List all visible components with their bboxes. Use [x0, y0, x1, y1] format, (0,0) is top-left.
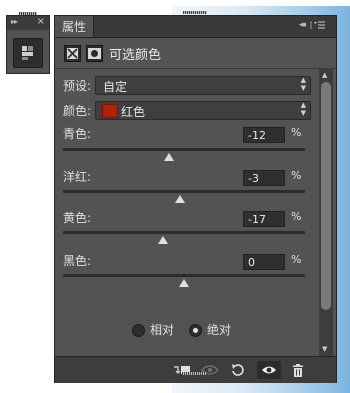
preset-value: 自定	[103, 80, 128, 94]
magenta-unit: %	[291, 169, 302, 182]
preset-select[interactable]: 自定 ▲ ▼	[95, 76, 311, 95]
select-arrows-icon: ▲ ▼	[300, 101, 306, 117]
black-label: 黑色:	[63, 254, 92, 268]
properties-panel: 属性 ◂◂ 可选颜色 预设: 自定 ▲ ▼ 颜色: 红色 ▲ ▼ 青色: -12…	[54, 11, 337, 383]
yellow-thumb[interactable]	[158, 236, 169, 244]
relative-label: 相对	[150, 323, 175, 337]
cyan-input[interactable]: -12	[243, 127, 285, 143]
reset-icon	[232, 364, 244, 376]
black-track[interactable]	[63, 274, 305, 277]
delete-button[interactable]	[287, 361, 309, 379]
cyan-thumb[interactable]	[164, 153, 175, 161]
relative-radio[interactable]	[132, 324, 145, 337]
collapse-icon[interactable]: ◂◂	[299, 20, 306, 30]
tab-properties[interactable]: 属性	[55, 16, 94, 37]
panel-menu-icon[interactable]	[310, 20, 330, 32]
reset-button[interactable]	[227, 361, 249, 379]
expand-panels-icon[interactable]: ▸▸	[11, 17, 18, 26]
panel-footer	[55, 356, 336, 383]
yellow-label: 黄色:	[63, 211, 92, 225]
black-unit: %	[291, 253, 302, 266]
adjustment-header: 可选颜色	[55, 38, 336, 69]
tool-panel: ▸▸ ×	[6, 12, 50, 74]
yellow-track[interactable]	[63, 231, 305, 234]
scrollbar-thumb[interactable]	[321, 82, 331, 310]
magenta-label: 洋红:	[63, 170, 92, 184]
magenta-input[interactable]: -3	[243, 170, 285, 186]
panel-body: 可选颜色 预设: 自定 ▲ ▼ 颜色: 红色 ▲ ▼ 青色: -12 % 洋红: -…	[55, 38, 336, 356]
background-white-band	[172, 0, 350, 6]
cyan-label: 青色:	[63, 127, 92, 141]
black-thumb[interactable]	[179, 279, 189, 287]
magenta-track[interactable]	[63, 190, 305, 193]
layer-mask-icon[interactable]	[86, 45, 103, 62]
panel-tabstrip: 属性 ◂◂	[55, 16, 336, 38]
absolute-label: 绝对	[207, 323, 232, 337]
black-input[interactable]: 0	[243, 254, 285, 270]
visibility-eye-icon	[262, 366, 276, 374]
select-arrows-icon: ▲ ▼	[300, 76, 306, 92]
color-swatch	[102, 104, 118, 118]
tool-panel-grip[interactable]	[19, 12, 37, 15]
colors-value: 红色	[121, 105, 146, 119]
absolute-radio[interactable]	[189, 324, 202, 337]
visibility-button[interactable]	[257, 361, 281, 379]
properties-panel-button[interactable]	[13, 38, 43, 68]
close-icon[interactable]: ×	[37, 16, 45, 27]
view-previous-button[interactable]	[199, 361, 221, 379]
radio-selected-dot	[193, 328, 198, 333]
panel-top-grip[interactable]	[183, 11, 207, 14]
magenta-thumb[interactable]	[175, 195, 186, 203]
cyan-track[interactable]	[63, 148, 305, 151]
yellow-unit: %	[291, 210, 302, 223]
vertical-scrollbar[interactable]: ▲ ▼	[319, 68, 333, 356]
scroll-up-icon[interactable]: ▲	[322, 71, 327, 79]
scroll-down-icon[interactable]: ▼	[322, 345, 327, 353]
yellow-input[interactable]: -17	[243, 211, 285, 227]
trash-icon	[293, 363, 303, 377]
colors-select[interactable]: 红色 ▲ ▼	[95, 101, 311, 120]
preset-label: 预设:	[63, 79, 92, 93]
adjustment-type-icon[interactable]	[64, 45, 81, 62]
tab-properties-label: 属性	[61, 20, 86, 34]
clip-to-layer-button[interactable]	[171, 361, 193, 379]
panel-title: 可选颜色	[109, 48, 162, 63]
cyan-unit: %	[291, 126, 302, 139]
properties-icon	[22, 46, 33, 60]
tool-panel-titlebar[interactable]: ▸▸ ×	[7, 16, 49, 30]
colors-label: 颜色:	[63, 104, 92, 118]
panel-bottom-grip[interactable]	[182, 372, 206, 375]
